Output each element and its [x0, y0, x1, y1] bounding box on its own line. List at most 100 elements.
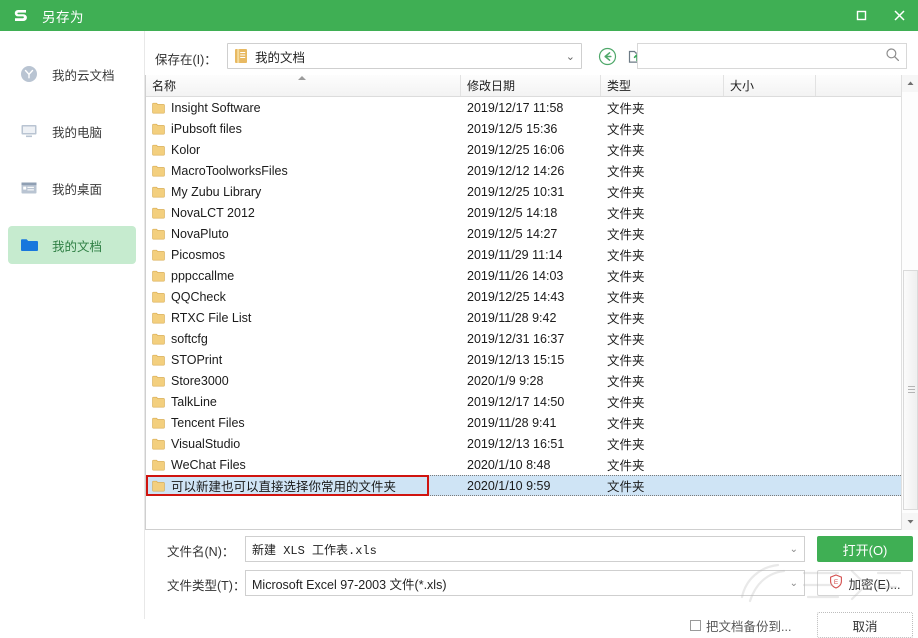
file-date-cell: 2019/12/25 14:43: [461, 290, 601, 304]
folder-icon: [152, 333, 165, 345]
scroll-up-button[interactable]: [902, 75, 918, 92]
file-name-text: softcfg: [171, 332, 208, 346]
chevron-down-icon[interactable]: ⌄: [790, 578, 798, 589]
checkbox-box-icon[interactable]: [690, 620, 701, 631]
table-row[interactable]: WeChat Files2020/1/10 8:48文件夹: [146, 454, 909, 475]
backup-row: 把文档备份到... 取消: [145, 604, 910, 638]
file-type-cell: 文件夹: [601, 434, 724, 453]
encrypt-button[interactable]: E 加密(E)...: [817, 570, 913, 596]
maximize-button[interactable]: [842, 0, 880, 31]
file-name-cell: NovaLCT 2012: [146, 206, 461, 220]
table-row[interactable]: Insight Software 2019/12/17 11:58文件夹: [146, 97, 909, 118]
search-input[interactable]: [644, 48, 885, 64]
back-button[interactable]: [595, 45, 619, 67]
file-date-cell: 2019/11/28 9:41: [461, 416, 601, 430]
file-name-text: Tencent Files: [171, 416, 245, 430]
file-type-cell: 文件夹: [601, 350, 724, 369]
file-type-select[interactable]: Microsoft Excel 97-2003 文件(*.xls) ⌄: [245, 570, 805, 596]
search-box[interactable]: [637, 43, 907, 69]
sidebar-item-my-documents[interactable]: 我的文档: [8, 226, 136, 264]
sidebar-item-my-computer[interactable]: 我的电脑: [8, 112, 136, 150]
file-type-cell: 文件夹: [601, 182, 724, 201]
table-row[interactable]: STOPrint2019/12/13 15:15文件夹: [146, 349, 909, 370]
table-row[interactable]: Store30002020/1/9 9:28文件夹: [146, 370, 909, 391]
column-header-type[interactable]: 类型: [601, 75, 724, 96]
table-row[interactable]: QQCheck2019/12/25 14:43文件夹: [146, 286, 909, 307]
file-type-row: 文件类型(T)： Microsoft Excel 97-2003 文件(*.xl…: [145, 570, 910, 596]
path-combobox[interactable]: 我的文档 ⌄: [227, 43, 582, 69]
file-name-text: Kolor: [171, 143, 200, 157]
table-row[interactable]: Tencent Files2019/11/28 9:41文件夹: [146, 412, 909, 433]
file-type-cell: 文件夹: [601, 161, 724, 180]
file-type-cell: 文件夹: [601, 476, 724, 495]
desktop-icon: [20, 178, 42, 198]
cancel-button[interactable]: 取消: [817, 612, 913, 638]
file-type-cell: 文件夹: [601, 245, 724, 264]
svg-text:E: E: [834, 579, 839, 586]
file-date-cell: 2020/1/9 9:28: [461, 374, 601, 388]
file-type-cell: 文件夹: [601, 98, 724, 117]
folder-icon: [152, 270, 165, 282]
file-name-text: 可以新建也可以直接选择你常用的文件夹: [171, 476, 396, 495]
sidebar-item-desktop[interactable]: 我的桌面: [8, 169, 136, 207]
chevron-down-icon[interactable]: ⌄: [790, 544, 798, 555]
file-date-cell: 2019/12/17 11:58: [461, 101, 601, 115]
file-type-cell: 文件夹: [601, 119, 724, 138]
table-row[interactable]: NovaLCT 20122019/12/5 14:18文件夹: [146, 202, 909, 223]
file-name-value: 新建 XLS 工作表.xls: [252, 541, 377, 558]
file-name-text: TalkLine: [171, 395, 217, 409]
table-row[interactable]: Picosmos2019/11/29 11:14文件夹: [146, 244, 909, 265]
close-button[interactable]: [880, 0, 918, 31]
file-type-cell: 文件夹: [601, 140, 724, 159]
chevron-down-icon[interactable]: ⌄: [566, 50, 575, 63]
folder-icon: [152, 228, 165, 240]
save-in-label: 保存在(I)：: [155, 49, 217, 68]
table-row[interactable]: My Zubu Library2019/12/25 10:31文件夹: [146, 181, 909, 202]
folder-icon: [152, 291, 165, 303]
file-name-text: VisualStudio: [171, 437, 240, 451]
path-text: 我的文档: [255, 47, 305, 66]
table-row[interactable]: 可以新建也可以直接选择你常用的文件夹2020/1/10 9:59文件夹: [146, 475, 909, 496]
table-row[interactable]: pppccallme2019/11/26 14:03文件夹: [146, 265, 909, 286]
file-name-cell: My Zubu Library: [146, 185, 461, 199]
search-icon[interactable]: [885, 47, 900, 65]
file-type-label: 文件类型(T)：: [167, 575, 245, 594]
file-name-input[interactable]: 新建 XLS 工作表.xls ⌄: [245, 536, 805, 562]
file-name-cell: MacroToolworksFiles: [146, 164, 461, 178]
file-name-text: STOPrint: [171, 353, 222, 367]
vertical-scrollbar[interactable]: [901, 75, 918, 530]
table-row[interactable]: softcfg 2019/12/31 16:37文件夹: [146, 328, 909, 349]
file-type-cell: 文件夹: [601, 329, 724, 348]
sidebar-item-label: 我的文档: [52, 236, 102, 255]
column-header-size[interactable]: 大小: [724, 75, 816, 96]
scrollbar-thumb[interactable]: [903, 270, 918, 510]
folder-icon: [152, 375, 165, 387]
file-name-text: RTXC File List: [171, 311, 251, 325]
file-name-text: iPubsoft files: [171, 122, 242, 136]
column-header-date[interactable]: 修改日期: [461, 75, 601, 96]
file-date-cell: 2019/11/28 9:42: [461, 311, 601, 325]
sidebar-item-cloud-docs[interactable]: 我的云文档: [8, 55, 136, 93]
table-row[interactable]: Kolor2019/12/25 16:06文件夹: [146, 139, 909, 160]
file-type-cell: 文件夹: [601, 203, 724, 222]
file-date-cell: 2019/12/31 16:37: [461, 332, 601, 346]
scroll-down-button[interactable]: [902, 513, 918, 530]
sidebar: 我的云文档 我的电脑 我的桌: [0, 31, 145, 619]
table-row[interactable]: RTXC File List 2019/11/28 9:42文件夹: [146, 307, 909, 328]
file-name-text: My Zubu Library: [171, 185, 261, 199]
table-row[interactable]: iPubsoft files2019/12/5 15:36文件夹: [146, 118, 909, 139]
folder-icon: [152, 144, 165, 156]
table-row[interactable]: TalkLine2019/12/17 14:50文件夹: [146, 391, 909, 412]
file-name-text: Insight Software: [171, 101, 261, 115]
sidebar-item-label: 我的桌面: [52, 179, 102, 198]
table-row[interactable]: MacroToolworksFiles2019/12/12 14:26文件夹: [146, 160, 909, 181]
dialog-body: 我的云文档 我的电脑 我的桌: [0, 31, 918, 619]
file-name-cell: Tencent Files: [146, 416, 461, 430]
open-button[interactable]: 打开(O): [817, 536, 913, 562]
file-type-cell: 文件夹: [601, 392, 724, 411]
folder-icon: [152, 249, 165, 261]
file-name-cell: TalkLine: [146, 395, 461, 409]
file-type-cell: 文件夹: [601, 308, 724, 327]
table-row[interactable]: VisualStudio2019/12/13 16:51文件夹: [146, 433, 909, 454]
table-row[interactable]: NovaPluto2019/12/5 14:27文件夹: [146, 223, 909, 244]
